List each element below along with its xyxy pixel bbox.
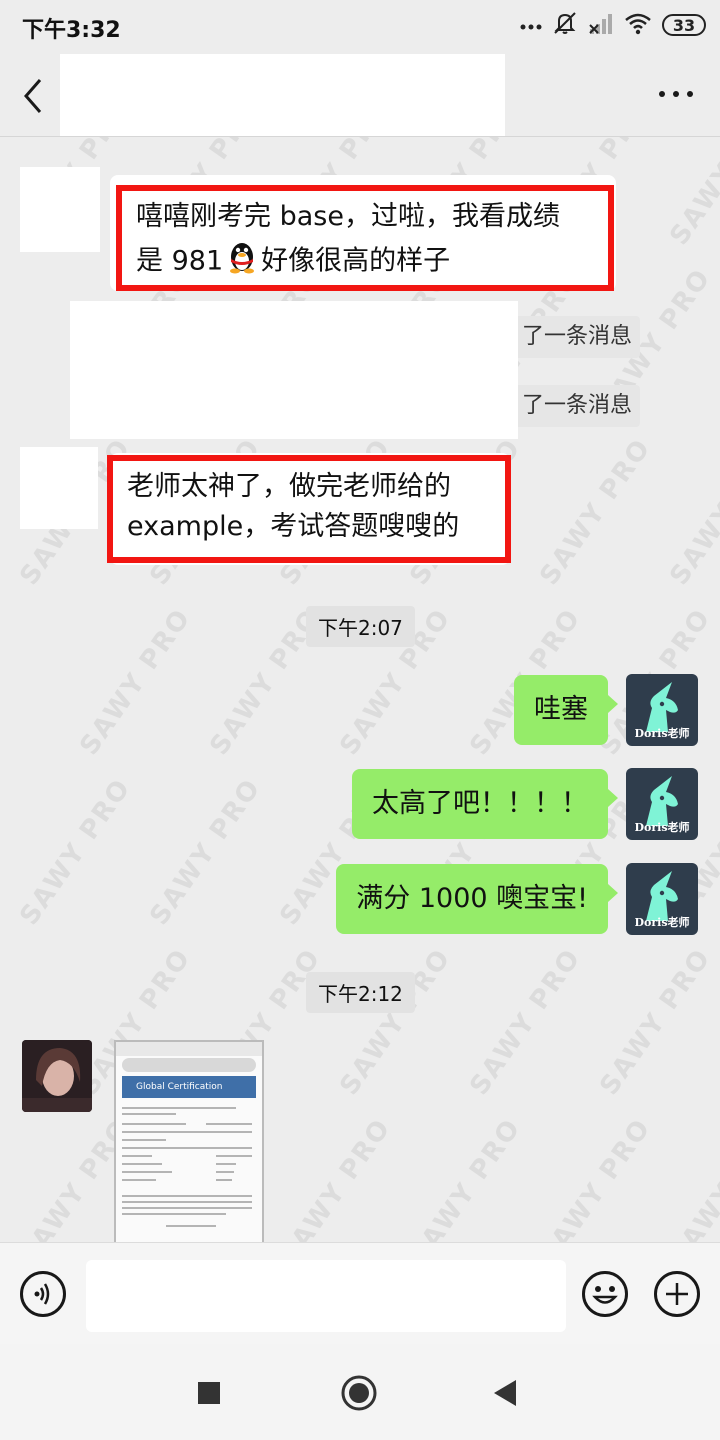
chat-area[interactable]: SAWY PROSAWY PROSAWY PROSAWY PROSAWY PRO… [0, 137, 720, 1242]
highlighted-message: 老师太神了，做完老师给的 example，考试答题嗖嗖的 [107, 455, 511, 563]
image-message[interactable]: Global Certification [114, 1040, 264, 1242]
more-options-button[interactable] [654, 76, 698, 112]
home-circle-icon [341, 1375, 377, 1411]
more-functions-button[interactable] [654, 1271, 700, 1317]
watermark-text: SAWY PRO [144, 773, 268, 931]
teacher-avatar[interactable]: Doris老师 [626, 674, 698, 746]
document-text-lines [122, 1107, 252, 1227]
message-text: 好像很高的样子 [261, 245, 451, 277]
system-notice: 了一条消息 [513, 385, 640, 427]
back-button[interactable] [14, 70, 58, 118]
message-bubble-outgoing[interactable]: 太高了吧！！！！ [352, 769, 618, 839]
wifi-icon [624, 11, 652, 39]
system-notice: 了一条消息 [513, 316, 640, 358]
plus-icon [666, 1283, 688, 1305]
voice-button[interactable] [20, 1271, 66, 1317]
watermark-text: SAWY PRO [464, 943, 588, 1101]
redacted-area [70, 301, 518, 439]
user-avatar[interactable] [22, 1040, 92, 1112]
message-text: 老师太神了，做完老师给的 [127, 471, 451, 502]
message-text: 嘻嘻刚考完 base，过啦，我看成绩 [136, 201, 560, 232]
watermark-text: SAWY PRO [14, 773, 138, 931]
user-photo [22, 1040, 92, 1112]
back-triangle-icon [494, 1380, 516, 1406]
nav-back-button[interactable] [492, 1378, 518, 1408]
chevron-left-icon [24, 79, 42, 113]
watermark-text: SAWY PRO [404, 1113, 528, 1242]
chat-header [0, 52, 720, 137]
status-bar: 下午3:32 33 [0, 0, 720, 52]
watermark-text: SAWY PRO [274, 1113, 398, 1242]
dots-icon [520, 16, 542, 35]
status-icons: 33 [520, 10, 706, 40]
watermark-text: SAWY PRO [664, 1113, 720, 1242]
message-bubble-outgoing[interactable]: 哇塞 [514, 675, 618, 745]
chat-title-redacted [60, 54, 505, 136]
watermark-text: SAWY PRO [534, 433, 658, 591]
system-nav-bar [0, 1344, 720, 1440]
watermark-text: SAWY PRO [534, 1113, 658, 1242]
highlighted-message: 嘻嘻刚考完 base，过啦，我看成绩 是 981 好像很高的样子 [116, 185, 614, 291]
recent-apps-button[interactable] [196, 1380, 222, 1406]
voice-icon [34, 1283, 50, 1305]
smiley-icon [592, 1286, 618, 1304]
emoji-button[interactable] [582, 1271, 628, 1317]
avatar-label: Doris老师 [634, 727, 690, 740]
message-text: 是 981 [136, 245, 224, 277]
qq-penguin-icon [223, 237, 261, 287]
signal-icon [588, 11, 614, 39]
square-icon [198, 1382, 220, 1404]
message-input[interactable] [86, 1260, 566, 1332]
timestamp: 下午2:07 [306, 606, 415, 647]
watermark-text: SAWY PRO [74, 603, 198, 761]
mute-icon [552, 10, 578, 40]
watermark-text: SAWY PRO [664, 433, 720, 591]
input-bar [0, 1242, 720, 1345]
battery-icon: 33 [662, 14, 706, 36]
avatar-redacted [20, 167, 100, 252]
more-dots-icon [659, 91, 693, 97]
timestamp: 下午2:12 [306, 972, 415, 1013]
avatar-redacted [20, 447, 98, 529]
watermark-text: SAWY PRO [594, 943, 718, 1101]
certificate-banner: Global Certification [122, 1076, 256, 1098]
message-text: example，考试答题嗖嗖的 [127, 511, 460, 542]
teacher-avatar[interactable]: Doris老师 [626, 768, 698, 840]
watermark-text: SAWY PRO [334, 943, 458, 1101]
avatar-label: Doris老师 [634, 916, 690, 929]
message-bubble-outgoing[interactable]: 满分 1000 噢宝宝! [336, 864, 618, 934]
status-time: 下午3:32 [22, 18, 121, 43]
watermark-text: SAWY PRO [664, 137, 720, 251]
home-button[interactable] [340, 1374, 378, 1412]
teacher-avatar[interactable]: Doris老师 [626, 863, 698, 935]
avatar-label: Doris老师 [634, 821, 690, 834]
